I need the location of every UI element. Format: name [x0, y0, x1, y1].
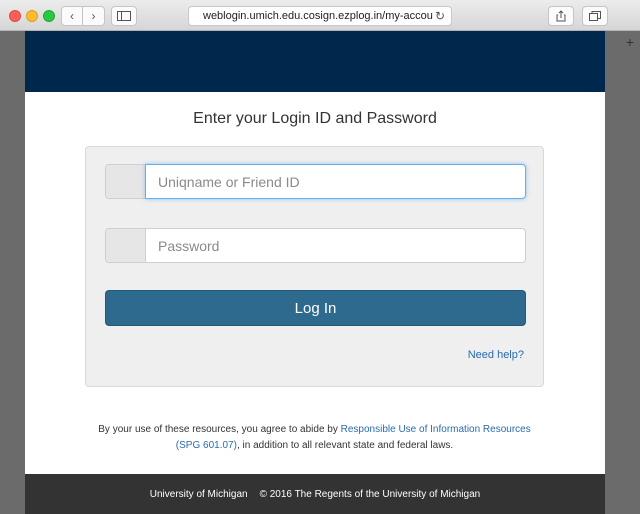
- password-addon: [105, 228, 145, 263]
- plus-icon[interactable]: +: [626, 34, 634, 50]
- login-button[interactable]: Log In: [105, 290, 526, 326]
- browser-window: ‹ › weblogin.umich.edu.cosign.ezplog.in/…: [0, 0, 640, 514]
- maximize-window-button[interactable]: [43, 10, 55, 22]
- url-text: weblogin.umich.edu.cosign.ezplog.in/my-a…: [203, 10, 433, 22]
- page-title: Enter your Login ID and Password: [193, 110, 437, 127]
- history-nav: ‹ ›: [61, 6, 105, 26]
- footer-university: University of Michigan: [149, 488, 248, 500]
- username-input[interactable]: [145, 164, 526, 199]
- close-window-button[interactable]: [9, 10, 21, 22]
- sidebar-button[interactable]: [111, 6, 137, 26]
- password-field: [105, 228, 526, 263]
- footer: University of Michigan © 2016 The Regent…: [25, 474, 605, 514]
- back-button[interactable]: ‹: [61, 6, 83, 26]
- sidebar-icon: [117, 11, 131, 21]
- terms-suffix: , in addition to all relevant state and …: [236, 440, 454, 451]
- tabs-icon: [589, 11, 601, 21]
- browser-toolbar: ‹ › weblogin.umich.edu.cosign.ezplog.in/…: [0, 0, 640, 31]
- chevron-right-icon: ›: [91, 9, 96, 23]
- chevron-left-icon: ‹: [70, 9, 74, 23]
- terms-notice: By your use of these resources, you agre…: [85, 422, 544, 454]
- forward-button[interactable]: ›: [83, 6, 105, 26]
- reload-icon[interactable]: ↻: [435, 9, 445, 23]
- share-button[interactable]: [548, 6, 574, 26]
- username-addon: [105, 164, 145, 199]
- header-band: [25, 31, 605, 92]
- login-page: Enter your Login ID and Password Log In …: [25, 31, 605, 514]
- username-field: [105, 164, 526, 199]
- minimize-window-button[interactable]: [26, 10, 38, 22]
- login-panel: Log In Need help?: [85, 146, 544, 387]
- footer-copyright: © 2016 The Regents of the University of …: [259, 488, 481, 500]
- share-icon: [556, 10, 566, 22]
- need-help-link[interactable]: Need help?: [468, 349, 524, 361]
- address-bar[interactable]: weblogin.umich.edu.cosign.ezplog.in/my-a…: [188, 6, 452, 26]
- password-input[interactable]: [145, 228, 526, 263]
- tabs-button[interactable]: [582, 6, 608, 26]
- terms-prefix: By your use of these resources, you agre…: [98, 424, 341, 435]
